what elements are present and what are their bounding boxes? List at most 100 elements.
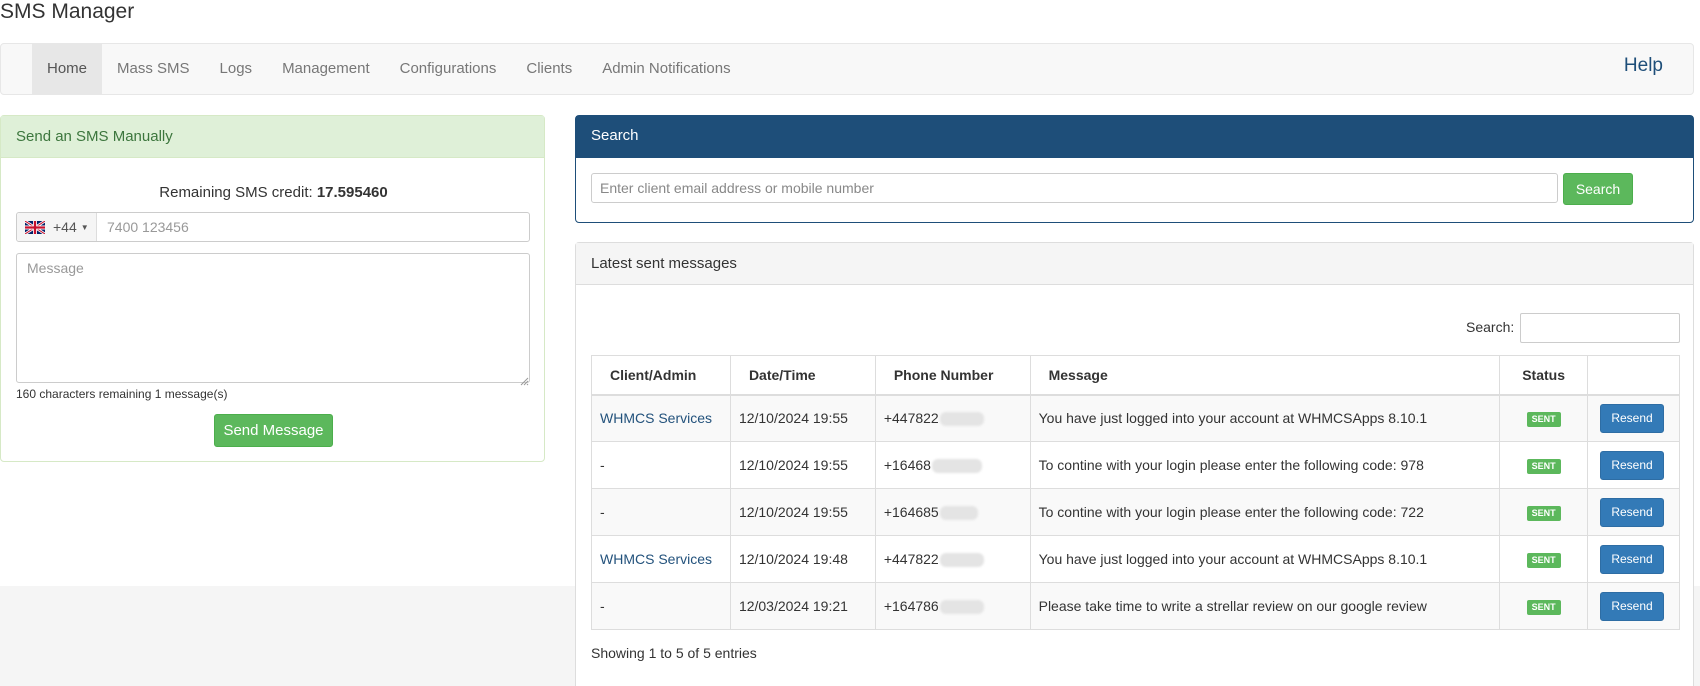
column-header-phone[interactable]: Phone Number	[874, 355, 1031, 396]
latest-messages-title: Latest sent messages	[576, 243, 1693, 285]
resend-button[interactable]: Resend	[1600, 497, 1665, 527]
search-panel: Search Search	[575, 115, 1694, 223]
table-pagination-info: Showing 1 to 5 of 5 entries	[591, 645, 757, 661]
caret-down-icon: ▼	[80, 222, 89, 232]
phone-cell: +447822	[874, 394, 1031, 442]
send-sms-panel-title: Send an SMS Manually	[1, 116, 544, 158]
resend-button[interactable]: Resend	[1600, 591, 1665, 621]
client-link[interactable]: WHMCS Services	[600, 410, 712, 426]
message-count: 1 message(s)	[154, 387, 228, 401]
redacted-phone-digits	[939, 412, 984, 427]
datetime-cell: 12/10/2024 19:55	[729, 394, 876, 442]
nav-item-admin-notifications[interactable]: Admin Notifications	[587, 44, 745, 94]
action-cell: Resend	[1587, 535, 1680, 583]
characters-remaining: 160 characters remaining 1 message(s)	[16, 387, 227, 401]
nav-item-home[interactable]: Home	[32, 44, 103, 94]
table-row: - 12/10/2024 19:55 +164685 To contine wi…	[591, 488, 1680, 536]
phone-cell: +164685	[874, 488, 1031, 536]
status-badge: SENT	[1526, 600, 1561, 615]
message-cell: You have just logged into your account a…	[1029, 535, 1501, 583]
column-header-status[interactable]: Status	[1499, 355, 1589, 396]
resend-button[interactable]: Resend	[1600, 544, 1665, 574]
credit-label: Remaining SMS credit:	[159, 184, 317, 201]
datetime-cell: 12/03/2024 19:21	[729, 582, 876, 630]
main-navbar: Home Mass SMS Logs Management Configurat…	[0, 43, 1694, 95]
remaining-credit: Remaining SMS credit: 17.595460	[1, 184, 546, 201]
nav-item-management[interactable]: Management	[267, 44, 385, 94]
redacted-phone-digits	[939, 600, 984, 615]
table-row: WHMCS Services 12/10/2024 19:55 +447822 …	[591, 394, 1680, 442]
message-cell: You have just logged into your account a…	[1029, 394, 1501, 442]
credit-value: 17.595460	[316, 184, 388, 201]
messages-table: Client/Admin Date/Time Phone Number Mess…	[591, 355, 1680, 630]
status-badge: SENT	[1526, 506, 1561, 521]
dial-code: +44	[53, 219, 77, 235]
phone-cell: +164786	[874, 582, 1031, 630]
phone-number: +164685	[883, 503, 939, 520]
status-cell: SENT	[1499, 441, 1589, 489]
phone-number: +164786	[883, 597, 939, 614]
client-cell: -	[591, 488, 731, 536]
phone-number: +16468	[883, 456, 931, 473]
table-header-row: Client/Admin Date/Time Phone Number Mess…	[591, 355, 1680, 396]
redacted-phone-digits	[939, 506, 978, 521]
status-badge: SENT	[1526, 553, 1561, 568]
nav-list: Home Mass SMS Logs Management Configurat…	[32, 44, 746, 94]
page-title: SMS Manager	[0, 0, 135, 23]
redacted-phone-digits	[939, 553, 984, 568]
table-row: - 12/03/2024 19:21 +164786 Please take t…	[591, 582, 1680, 630]
table-search-input[interactable]	[1520, 313, 1680, 343]
latest-messages-panel: Latest sent messages Search: Client/Admi…	[575, 242, 1694, 686]
resize-grip-icon[interactable]	[520, 373, 529, 386]
message-textarea[interactable]	[16, 253, 530, 383]
country-code-dropdown[interactable]: +44 ▼	[17, 213, 97, 241]
phone-number: +447822	[883, 410, 939, 427]
status-cell: SENT	[1499, 394, 1589, 442]
send-message-button[interactable]: Send Message	[214, 414, 333, 447]
uk-flag-icon	[25, 220, 45, 234]
phone-input-group: +44 ▼	[16, 212, 530, 242]
table-search-label: Search:	[1466, 319, 1515, 335]
table-row: WHMCS Services 12/10/2024 19:48 +447822 …	[591, 535, 1680, 583]
status-cell: SENT	[1499, 535, 1589, 583]
send-sms-panel: Send an SMS Manually Remaining SMS credi…	[0, 115, 545, 462]
datetime-cell: 12/10/2024 19:55	[729, 488, 876, 536]
redacted-phone-digits	[931, 459, 982, 474]
status-badge: SENT	[1526, 412, 1561, 428]
message-cell: Please take time to write a strellar rev…	[1029, 582, 1501, 630]
nav-item-logs[interactable]: Logs	[205, 44, 268, 94]
action-cell: Resend	[1587, 488, 1680, 536]
column-header-actions	[1587, 355, 1680, 396]
table-row: - 12/10/2024 19:55 +16468 To contine wit…	[591, 441, 1680, 489]
client-cell: WHMCS Services	[591, 535, 731, 583]
nav-item-clients[interactable]: Clients	[511, 44, 587, 94]
client-search-input[interactable]	[591, 173, 1558, 203]
status-cell: SENT	[1499, 488, 1589, 536]
action-cell: Resend	[1587, 394, 1680, 442]
phone-number-input[interactable]	[101, 213, 527, 241]
phone-cell: +16468	[874, 441, 1031, 489]
resend-button[interactable]: Resend	[1600, 403, 1665, 433]
client-cell: -	[591, 582, 731, 630]
message-cell: To contine with your login please enter …	[1029, 441, 1501, 489]
phone-cell: +447822	[874, 535, 1031, 583]
action-cell: Resend	[1587, 441, 1680, 489]
nav-item-mass-sms[interactable]: Mass SMS	[102, 44, 205, 94]
action-cell: Resend	[1587, 582, 1680, 630]
column-header-message[interactable]: Message	[1029, 355, 1501, 396]
message-cell: To contine with your login please enter …	[1029, 488, 1501, 536]
phone-number: +447822	[883, 550, 939, 567]
nav-item-configurations[interactable]: Configurations	[385, 44, 512, 94]
datetime-cell: 12/10/2024 19:48	[729, 535, 876, 583]
client-cell: WHMCS Services	[591, 394, 731, 442]
column-header-datetime[interactable]: Date/Time	[729, 355, 876, 396]
datetime-cell: 12/10/2024 19:55	[729, 441, 876, 489]
resend-button[interactable]: Resend	[1600, 450, 1665, 480]
search-panel-title: Search	[576, 116, 1693, 158]
column-header-client[interactable]: Client/Admin	[591, 355, 731, 396]
client-cell: -	[591, 441, 731, 489]
nav-help-link[interactable]: Help	[1624, 44, 1663, 94]
client-link[interactable]: WHMCS Services	[600, 551, 712, 567]
chars-remaining-text: 160 characters remaining	[16, 387, 152, 401]
search-button[interactable]: Search	[1563, 173, 1633, 205]
